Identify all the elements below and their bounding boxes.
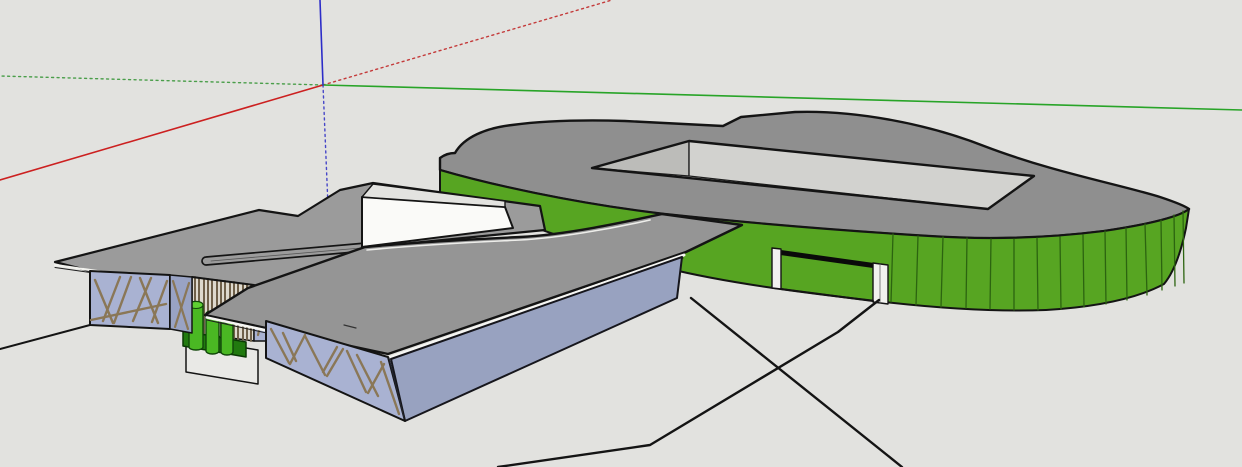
viewport-canvas[interactable] bbox=[0, 0, 1242, 467]
3d-viewport[interactable] bbox=[0, 0, 1242, 467]
stadium-door-right-jamb bbox=[873, 263, 888, 304]
stadium-door-left-jamb bbox=[772, 248, 781, 289]
